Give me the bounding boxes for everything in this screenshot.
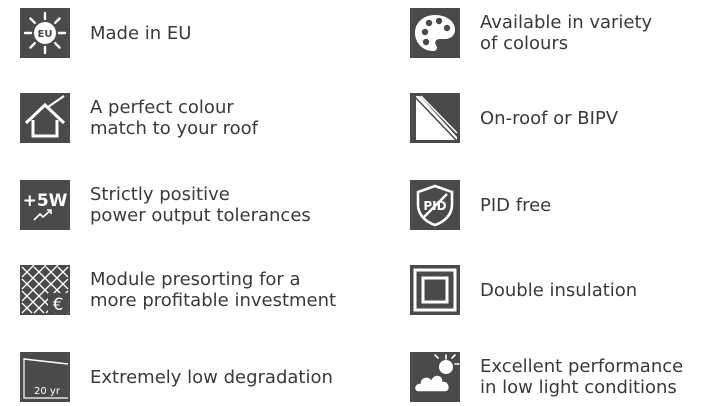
feature-low-light: Excellent performance in low light condi… [410,352,683,402]
feature-line: Double insulation [480,279,638,301]
feature-line: power output tolerances [90,205,311,226]
feature-line: match to your roof [90,118,259,139]
double-square-icon [410,265,460,315]
feature-line: more profitable investment [90,290,337,311]
feature-text: Excellent performance in low light condi… [480,356,683,398]
feature-module-presorting: € Module presorting for a more profitabl… [20,265,336,315]
feature-text: Made in EU [90,23,191,44]
feature-colour-variety: Available in variety of colours [410,8,652,58]
feature-line: Made in EU [90,22,192,44]
palette-icon [410,8,460,58]
feature-text: Extremely low degradation [90,367,333,388]
feature-double-insulation: Double insulation [410,265,637,315]
feature-text: Double insulation [480,280,637,301]
feature-text: Module presorting for a more profitable … [90,269,336,311]
feature-pid-free: PID PID free [410,180,551,230]
feature-line: Available in variety [480,12,653,33]
feature-line: in low light conditions [480,377,677,398]
feature-line: Strictly positive [90,184,230,205]
feature-line: Excellent performance [480,356,684,377]
feature-line: On-roof or BIPV [480,107,619,129]
feature-line: of colours [480,33,569,54]
years-label: 20 yr [34,386,61,397]
cloud-sun-icon [410,352,460,402]
feature-colour-match: A perfect colour match to your roof [20,93,258,143]
feature-line: A perfect colour [90,97,234,118]
feature-power-tolerance: +5W Strictly positive power output toler… [20,180,311,230]
eu-sun-icon: EU [20,8,70,58]
pid-shield-icon: PID [410,180,460,230]
feature-line: Extremely low degradation [90,366,333,388]
feature-line: Module presorting for a [90,269,301,290]
roof-mount-icon [410,93,460,143]
house-roof-icon [20,93,70,143]
feature-low-degradation: 20 yr Extremely low degradation [20,352,333,402]
feature-made-in-eu: EU Made in EU [20,8,191,58]
feature-text: A perfect colour match to your roof [90,97,258,139]
feature-on-roof-bipv: On-roof or BIPV [410,93,618,143]
feature-text: On-roof or BIPV [480,108,618,129]
euro-label: € [53,295,64,315]
plus-5w-label: +5W [23,191,68,211]
svg-text:EU: EU [38,29,53,40]
feature-text: PID free [480,195,551,216]
module-euro-icon: € [20,265,70,315]
feature-text: Available in variety of colours [480,12,652,54]
feature-text: Strictly positive power output tolerance… [90,184,311,226]
degradation-graph-icon: 20 yr [20,352,70,402]
plus-5w-icon: +5W [20,180,70,230]
feature-line: PID free [480,194,552,216]
